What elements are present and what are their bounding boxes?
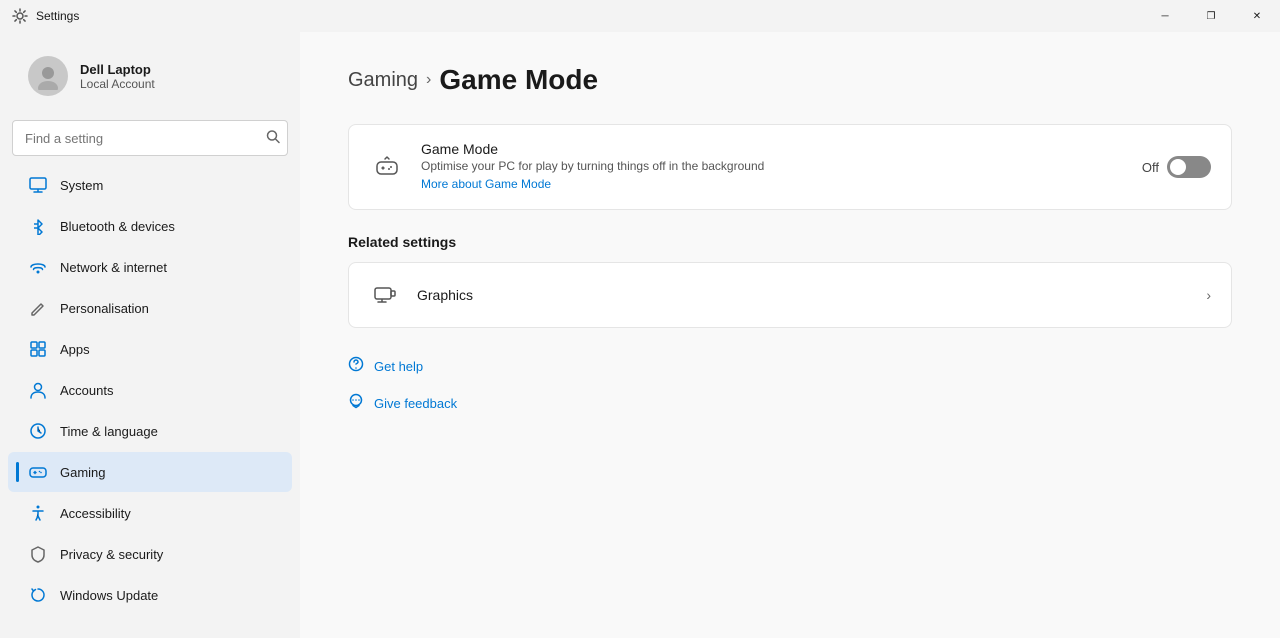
accounts-icon <box>28 380 48 400</box>
chevron-right-icon: › <box>1206 287 1211 303</box>
give-feedback-link[interactable]: Give feedback <box>348 389 1232 418</box>
game-mode-setting-row: Game Mode Optimise your PC for play by t… <box>349 125 1231 209</box>
gaming-icon <box>28 462 48 482</box>
avatar <box>28 56 68 96</box>
sidebar-item-time[interactable]: Time & language <box>8 411 292 451</box>
minimize-button[interactable]: ─ <box>1142 0 1188 32</box>
game-mode-icon <box>375 155 399 179</box>
user-name: Dell Laptop <box>80 62 155 77</box>
give-feedback-label: Give feedback <box>374 396 457 411</box>
search-container <box>12 120 288 156</box>
give-feedback-icon <box>348 393 364 414</box>
page-title: Game Mode <box>439 64 598 96</box>
system-icon <box>28 175 48 195</box>
sidebar: Dell Laptop Local Account <box>0 32 300 638</box>
toggle-thumb <box>1170 159 1186 175</box>
breadcrumb-separator: › <box>426 71 431 89</box>
graphics-label: Graphics <box>417 287 1190 303</box>
maximize-button[interactable]: ❐ <box>1188 0 1234 32</box>
graphics-setting-item[interactable]: Graphics › <box>348 262 1232 328</box>
related-settings-section: Related settings Graphics › <box>348 234 1232 328</box>
sidebar-item-privacy[interactable]: Privacy & security <box>8 534 292 574</box>
avatar-icon <box>34 62 62 90</box>
titlebar-left: Settings <box>12 8 79 24</box>
sidebar-item-label: Accessibility <box>60 506 131 521</box>
settings-app-icon <box>12 8 28 24</box>
get-help-icon <box>348 356 364 377</box>
sidebar-item-label: Bluetooth & devices <box>60 219 175 234</box>
sidebar-item-accounts[interactable]: Accounts <box>8 370 292 410</box>
titlebar-title: Settings <box>36 9 79 23</box>
sidebar-item-windows-update[interactable]: Windows Update <box>8 575 292 615</box>
accessibility-icon <box>28 503 48 523</box>
graphics-icon <box>369 279 401 311</box>
sidebar-item-apps[interactable]: Apps <box>8 329 292 369</box>
sidebar-item-network[interactable]: Network & internet <box>8 247 292 287</box>
related-settings-title: Related settings <box>348 234 1232 250</box>
bluetooth-icon <box>28 216 48 236</box>
breadcrumb-parent[interactable]: Gaming <box>348 69 418 92</box>
sidebar-item-gaming[interactable]: Gaming <box>8 452 292 492</box>
privacy-icon <box>28 544 48 564</box>
user-profile[interactable]: Dell Laptop Local Account <box>8 40 292 112</box>
help-section: Get help Give feedback <box>348 352 1232 418</box>
game-mode-icon-wrap <box>369 149 405 185</box>
sidebar-item-label: Privacy & security <box>60 547 163 562</box>
sidebar-item-system[interactable]: System <box>8 165 292 205</box>
sidebar-item-label: Network & internet <box>60 260 167 275</box>
search-button[interactable] <box>266 130 280 147</box>
search-input[interactable] <box>12 120 288 156</box>
update-icon <box>28 585 48 605</box>
breadcrumb: Gaming › Game Mode <box>348 64 1232 96</box>
get-help-label: Get help <box>374 359 423 374</box>
apps-icon <box>28 339 48 359</box>
sidebar-item-label: Apps <box>60 342 90 357</box>
titlebar: Settings ─ ❐ ✕ <box>0 0 1280 32</box>
game-mode-text: Game Mode Optimise your PC for play by t… <box>421 141 1126 193</box>
sidebar-item-label: Windows Update <box>60 588 158 603</box>
network-icon <box>28 257 48 277</box>
personalisation-icon <box>28 298 48 318</box>
nav-list: System Bluetooth & devices <box>0 164 300 616</box>
close-button[interactable]: ✕ <box>1234 0 1280 32</box>
game-mode-title: Game Mode <box>421 141 1126 157</box>
sidebar-item-bluetooth[interactable]: Bluetooth & devices <box>8 206 292 246</box>
user-account-type: Local Account <box>80 77 155 91</box>
app-container: Dell Laptop Local Account <box>0 32 1280 638</box>
main-content: Gaming › Game Mode Game Mode <box>300 32 1280 638</box>
game-mode-description: Optimise your PC for play by turning thi… <box>421 159 1126 173</box>
sidebar-item-label: Accounts <box>60 383 113 398</box>
sidebar-item-label: Personalisation <box>60 301 149 316</box>
game-mode-card: Game Mode Optimise your PC for play by t… <box>348 124 1232 210</box>
toggle-label: Off <box>1142 160 1159 175</box>
game-mode-toggle-container: Off <box>1142 156 1211 178</box>
user-info: Dell Laptop Local Account <box>80 62 155 91</box>
sidebar-item-label: Time & language <box>60 424 158 439</box>
time-icon <box>28 421 48 441</box>
game-mode-toggle[interactable] <box>1167 156 1211 178</box>
sidebar-item-label: Gaming <box>60 465 106 480</box>
get-help-link[interactable]: Get help <box>348 352 1232 381</box>
sidebar-item-label: System <box>60 178 103 193</box>
game-mode-link[interactable]: More about Game Mode <box>421 177 551 191</box>
sidebar-item-accessibility[interactable]: Accessibility <box>8 493 292 533</box>
titlebar-controls: ─ ❐ ✕ <box>1142 0 1280 32</box>
sidebar-item-personalisation[interactable]: Personalisation <box>8 288 292 328</box>
search-icon <box>266 130 280 144</box>
